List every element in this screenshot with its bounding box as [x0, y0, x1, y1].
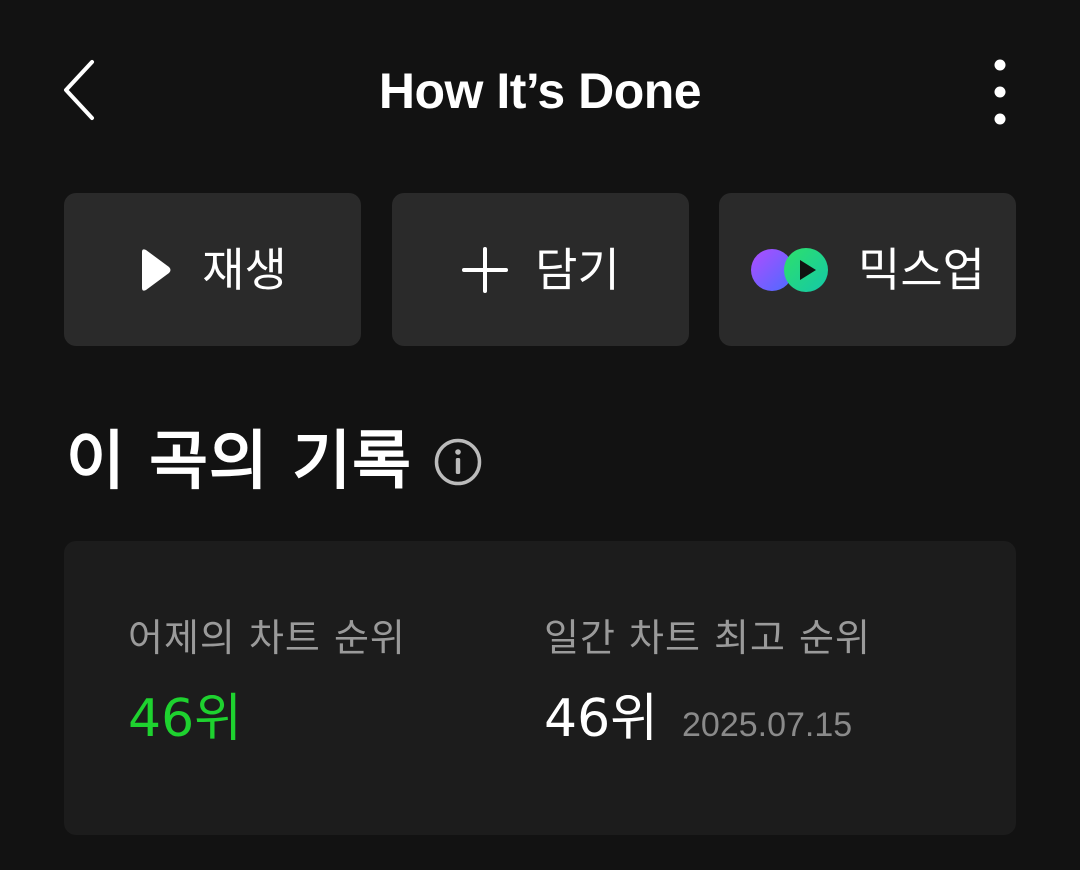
top-bar: How It’s Done [0, 0, 1080, 180]
page-title: How It’s Done [378, 63, 702, 119]
yesterday-rank-stat: 어제의 차트 순위 46위 [128, 613, 406, 751]
chart-record-card: 어제의 차트 순위 46위 일간 차트 최고 순위 46위 2025.07.15 [64, 541, 1016, 835]
yesterday-rank-row: 46위 [128, 687, 406, 751]
section-title-text: 이 곡의 기록 [66, 425, 412, 499]
yesterday-rank-label: 어제의 차트 순위 [128, 616, 406, 660]
section-heading: 이 곡의 기록 [66, 422, 482, 502]
song-detail-page: How It’s Done 재생 담기 믹스업 이 곡의 기록 어제의 차트 순… [0, 0, 1080, 870]
yesterday-rank-value: 46위 [128, 689, 243, 749]
plus-icon [461, 246, 509, 294]
mixup-button[interactable]: 믹스업 [719, 193, 1016, 346]
add-label: 담기 [535, 242, 620, 297]
best-rank-row: 46위 2025.07.15 [544, 687, 871, 751]
best-rank-stat: 일간 차트 최고 순위 46위 2025.07.15 [544, 613, 871, 751]
back-button[interactable] [48, 50, 112, 130]
more-vertical-icon [994, 59, 1006, 125]
mixup-icon [750, 246, 830, 294]
action-buttons: 재생 담기 믹스업 [64, 193, 1016, 346]
play-label: 재생 [202, 242, 287, 297]
mixup-label: 믹스업 [858, 242, 985, 297]
play-icon [138, 248, 172, 292]
info-icon[interactable] [434, 438, 482, 486]
best-rank-date: 2025.07.15 [682, 706, 853, 744]
add-button[interactable]: 담기 [392, 193, 689, 346]
best-rank-value: 46위 [544, 689, 659, 749]
play-button[interactable]: 재생 [64, 193, 361, 346]
best-rank-label: 일간 차트 최고 순위 [544, 616, 871, 660]
chevron-left-icon [64, 60, 94, 120]
more-options-button[interactable] [968, 52, 1032, 132]
